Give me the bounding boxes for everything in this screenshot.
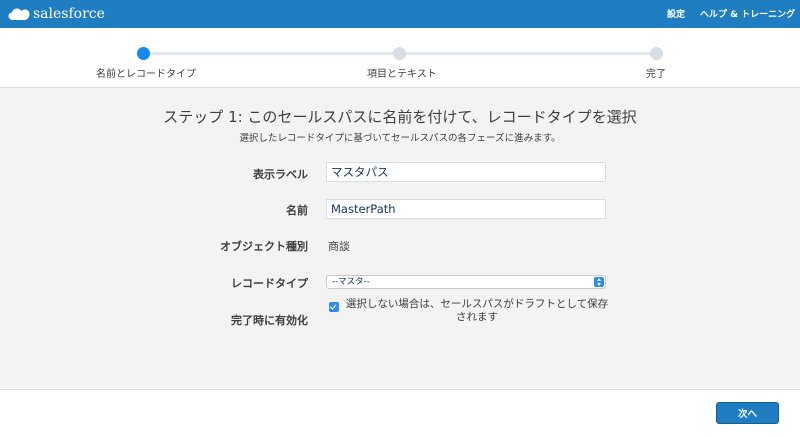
activate-on-complete-checkbox[interactable]: [329, 302, 339, 312]
activate-on-complete-description: 選択しない場合は、セールスパスがドラフトとして保存されます: [345, 298, 609, 323]
select-arrows-icon: [594, 277, 604, 287]
record-type-label: レコードタイプ: [231, 277, 308, 290]
checkmark-icon: [329, 302, 337, 310]
record-type-selected-value: --マスタ--: [332, 277, 370, 287]
main-content: ステップ 1: このセールスパスに名前を付けて、レコードタイプを選択 選択したレ…: [0, 88, 800, 389]
next-button[interactable]: 次へ: [716, 402, 779, 424]
top-bar: salesforce 設定 ヘルプ & トレーニング: [0, 0, 800, 28]
footer-bar: 次へ: [0, 389, 800, 437]
step-3-indicator: [650, 47, 663, 60]
page-title: ステップ 1: このセールスパスに名前を付けて、レコードタイプを選択: [163, 108, 637, 126]
name-input[interactable]: [326, 199, 606, 219]
logo-text: salesforce: [33, 6, 105, 22]
help-training-link[interactable]: ヘルプ & トレーニング: [700, 7, 795, 20]
cloud-logo-icon: [8, 8, 30, 20]
step-2-label: 項目とテキスト: [367, 69, 437, 80]
step-connector: [400, 52, 656, 55]
step-1-indicator: [137, 47, 150, 60]
progress-stepper: 名前とレコードタイプ 項目とテキスト 完了: [0, 28, 800, 88]
object-type-value: 商談: [328, 240, 350, 253]
object-type-label: オブジェクト種別: [220, 240, 308, 253]
step-1-label: 名前とレコードタイプ: [96, 69, 196, 80]
step-2-indicator: [393, 47, 406, 60]
step-3-label: 完了: [646, 69, 666, 80]
step-connector: [144, 52, 400, 55]
name-label: 名前: [286, 204, 308, 217]
salesforce-logo[interactable]: salesforce: [8, 3, 105, 25]
display-label-label: 表示ラベル: [253, 168, 308, 181]
record-type-select[interactable]: --マスタ--: [326, 275, 606, 289]
page-subtitle: 選択したレコードタイプに基づいてセールスパスの各フェーズに進みます。: [239, 133, 561, 144]
display-label-input[interactable]: [326, 162, 606, 182]
activate-on-complete-label: 完了時に有効化: [231, 314, 308, 327]
settings-link[interactable]: 設定: [667, 7, 685, 20]
